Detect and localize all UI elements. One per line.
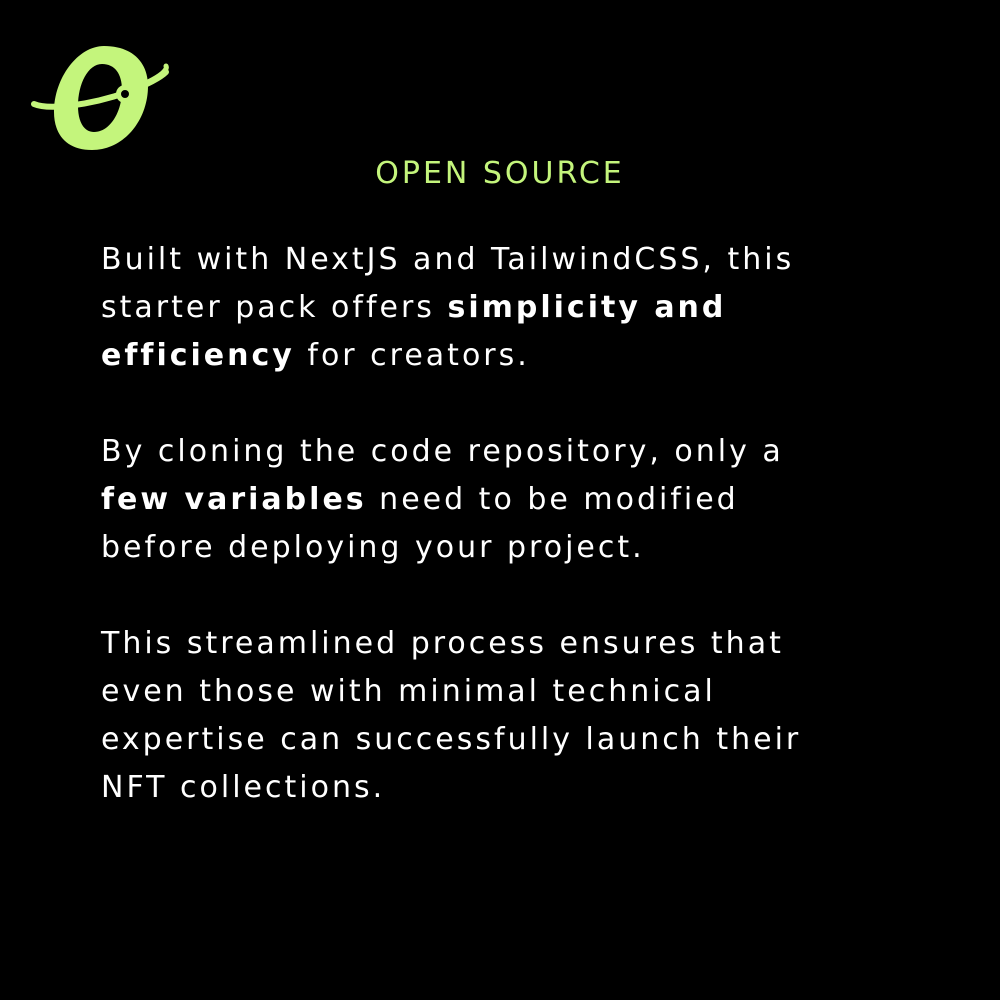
text-segment: This streamlined process ensures that xyxy=(101,626,784,661)
text-line: efficiency for creators. xyxy=(101,332,981,380)
text-line: before deploying your project. xyxy=(101,524,981,572)
text-segment: need to be modified xyxy=(366,482,739,517)
text-segment: even those with minimal technical xyxy=(101,674,716,709)
paragraph: By cloning the code repository, only a fe… xyxy=(101,428,981,572)
body-text: Built with NextJS and TailwindCSS, this s… xyxy=(101,236,981,860)
text-segment: before deploying your project. xyxy=(101,530,645,565)
text-line: This streamlined process ensures that xyxy=(101,620,981,668)
text-segment: By cloning the code repository, only a xyxy=(101,434,784,469)
emphasized-text: simplicity and xyxy=(447,290,727,325)
text-segment: NFT collections. xyxy=(101,770,386,805)
section-heading: OPEN SOURCE xyxy=(375,156,625,191)
text-line: Built with NextJS and TailwindCSS, this xyxy=(101,236,981,284)
paragraph: Built with NextJS and TailwindCSS, this s… xyxy=(101,236,981,380)
text-segment: for creators. xyxy=(294,338,530,373)
paragraph: This streamlined process ensures that eve… xyxy=(101,620,981,812)
text-segment: expertise can successfully launch their xyxy=(101,722,802,757)
text-segment: Built with NextJS and TailwindCSS, this xyxy=(101,242,795,277)
text-line: expertise can successfully launch their xyxy=(101,716,981,764)
emphasized-text: few variables xyxy=(101,482,367,517)
logo xyxy=(28,40,174,160)
text-line: starter pack offers simplicity and xyxy=(101,284,981,332)
text-line: even those with minimal technical xyxy=(101,668,981,716)
text-segment: starter pack offers xyxy=(101,290,448,325)
orbit-o-logo-icon xyxy=(31,46,169,150)
text-line: few variables need to be modified xyxy=(101,476,981,524)
text-line: NFT collections. xyxy=(101,764,981,812)
text-line: By cloning the code repository, only a xyxy=(101,428,981,476)
emphasized-text: efficiency xyxy=(101,338,295,373)
